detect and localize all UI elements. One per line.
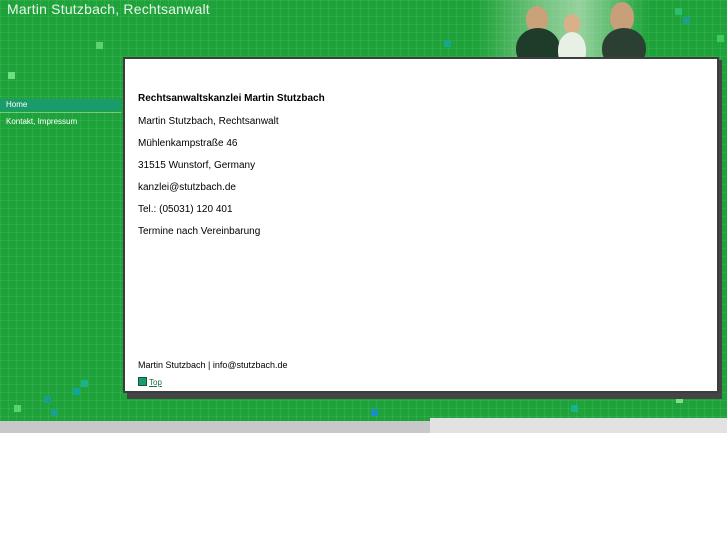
bottom-strip-light [430, 418, 727, 433]
nav-item-kontakt-impressum[interactable]: Kontakt, Impressum [0, 116, 121, 128]
nav-divider [0, 112, 121, 113]
main-navigation: Home Kontakt, Impressum [0, 99, 121, 131]
nav-item-home[interactable]: Home [0, 99, 121, 111]
bottom-strip [0, 421, 430, 433]
decor-square [81, 380, 88, 387]
contact-details: Rechtsanwaltskanzlei Martin Stutzbach Ma… [138, 93, 325, 248]
contact-city: 31515 Wunstorf, Germany [138, 160, 256, 171]
contact-name: Martin Stutzbach, Rechtsanwalt [138, 116, 279, 127]
header-photo [478, 0, 648, 60]
decor-square [371, 409, 378, 416]
contact-appointments: Termine nach Vereinbarung [138, 226, 261, 237]
top-square-icon [138, 377, 147, 386]
decor-square [571, 405, 578, 412]
decor-square [444, 40, 451, 47]
contact-email: kanzlei@stutzbach.de [138, 182, 236, 193]
content-panel: Rechtsanwaltskanzlei Martin Stutzbach Ma… [123, 57, 719, 393]
top-link-label: Top [149, 378, 162, 387]
decor-square [683, 17, 690, 24]
page-heading: Rechtsanwaltskanzlei Martin Stutzbach [138, 93, 325, 104]
site-title: Martin Stutzbach, Rechtsanwalt [7, 1, 210, 17]
decor-square [14, 405, 21, 412]
top-link[interactable]: Top [138, 377, 162, 387]
decor-square [717, 35, 724, 42]
decor-square [51, 409, 58, 416]
decor-square [8, 72, 15, 79]
decor-square [73, 388, 80, 395]
decor-square [96, 42, 103, 49]
footer-info: Martin Stutzbach | info@stutzbach.de [138, 360, 288, 370]
contact-street: Mühlenkampstraße 46 [138, 138, 238, 149]
decor-square [44, 396, 51, 403]
contact-phone: Tel.: (05031) 120 401 [138, 204, 233, 215]
decor-square [675, 8, 682, 15]
